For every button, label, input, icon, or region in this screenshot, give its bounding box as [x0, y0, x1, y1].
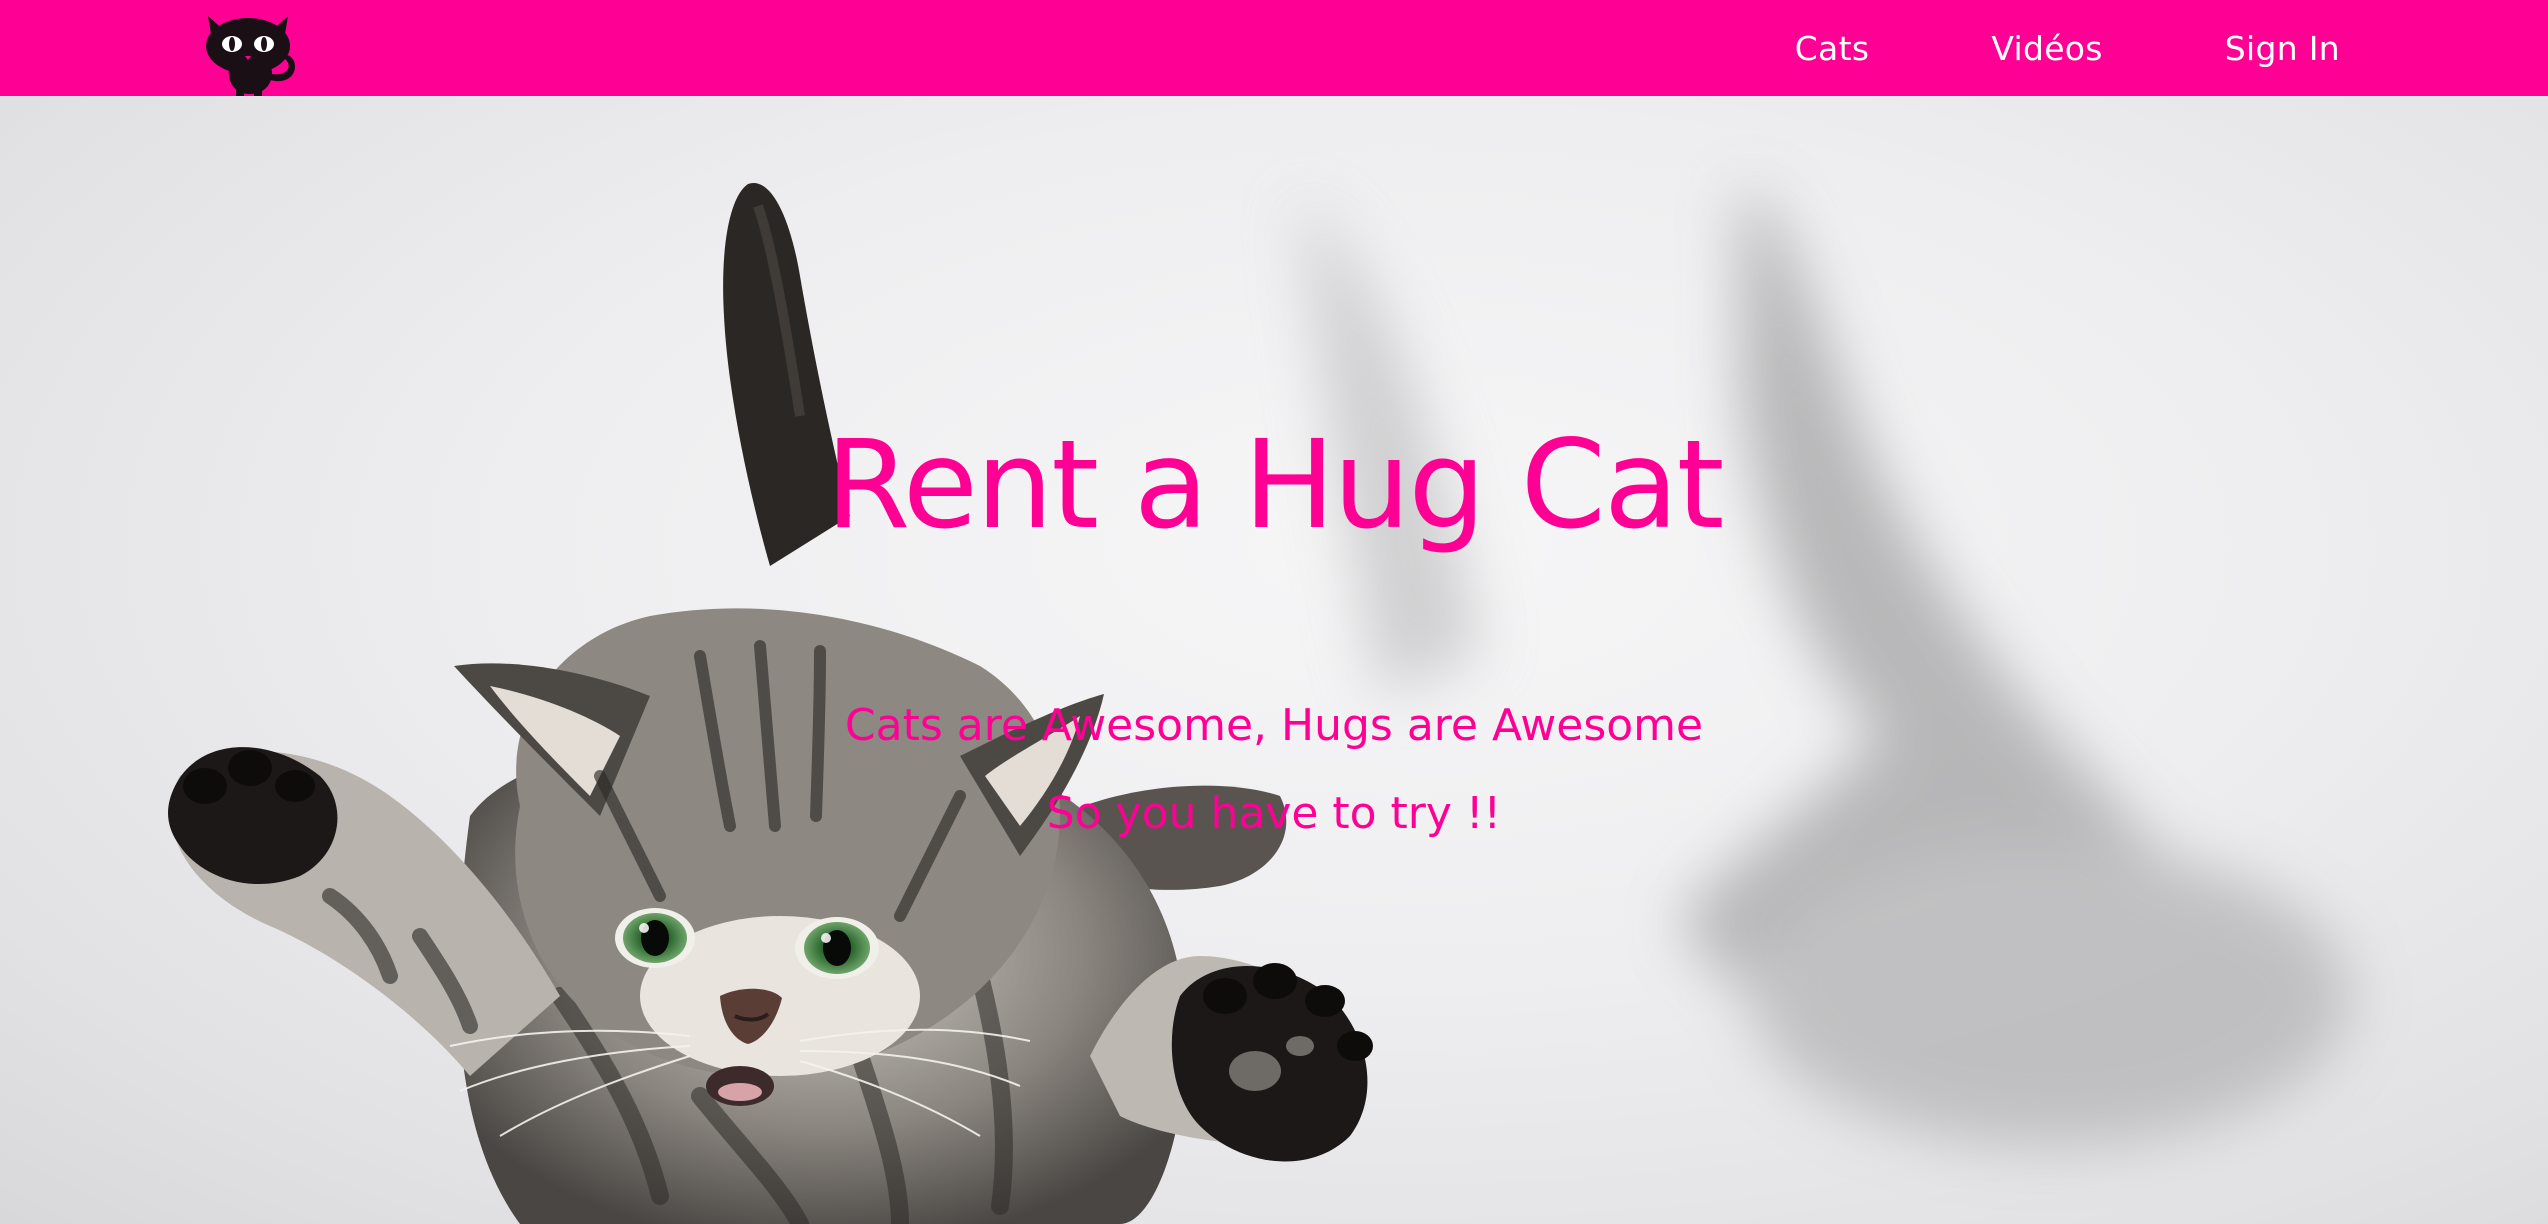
landing-page: Cats Vidéos Sign In Rent a Hug Cat Cats …	[0, 0, 2548, 1224]
nav-links: Cats Vidéos Sign In	[1673, 0, 2340, 96]
nav-link-videos[interactable]: Vidéos	[1991, 29, 2102, 68]
nav-link-cats[interactable]: Cats	[1795, 29, 1870, 68]
flying-kitten-photo	[168, 182, 2350, 1224]
hero-section: Rent a Hug Cat Cats are Awesome, Hugs ar…	[0, 96, 2548, 1224]
nav-link-sign-in[interactable]: Sign In	[2225, 29, 2340, 68]
cat-logo-icon[interactable]	[196, 6, 304, 96]
top-navbar: Cats Vidéos Sign In	[0, 0, 2548, 96]
